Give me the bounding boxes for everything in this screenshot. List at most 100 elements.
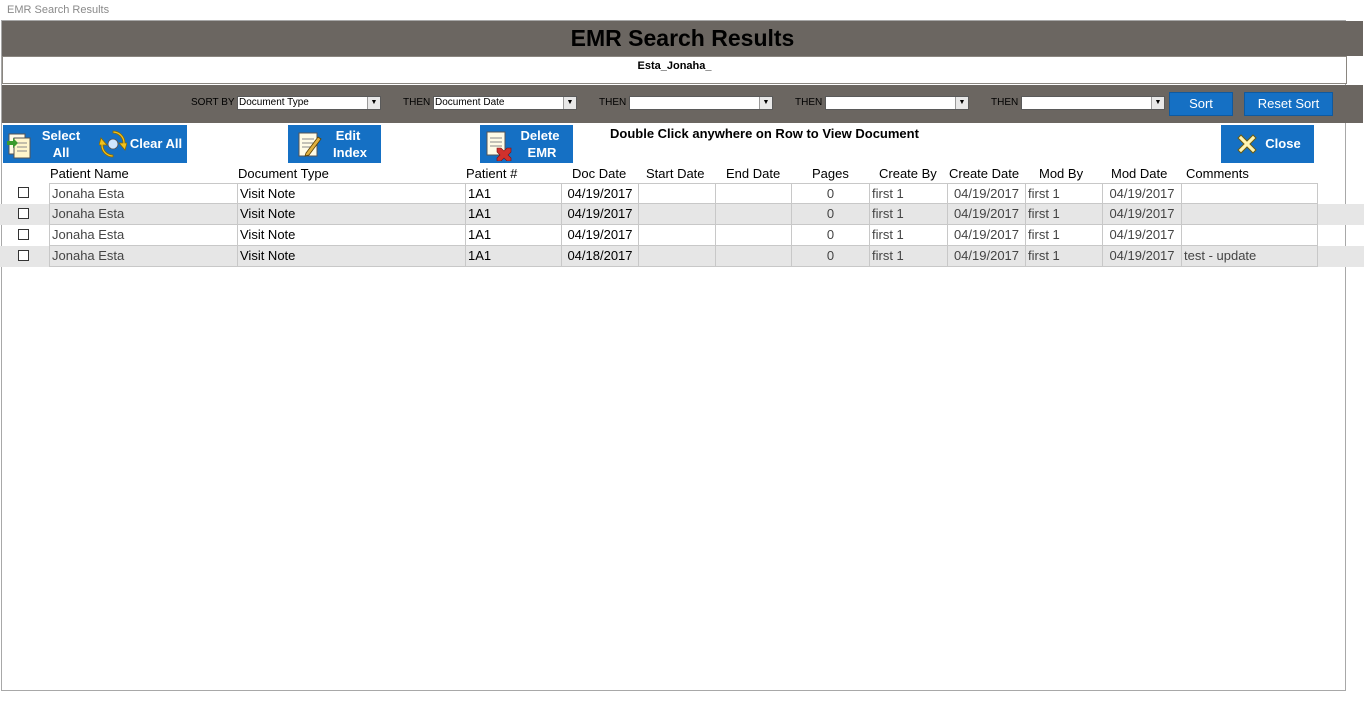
clear-all-label: Clear All: [129, 136, 183, 151]
cell-doc-date: 04/18/2017: [561, 246, 639, 267]
select-all-button[interactable]: Select All: [3, 125, 98, 163]
cell-pages: 0: [791, 246, 870, 267]
dropdown-arrow-icon[interactable]: ▼: [1151, 97, 1164, 109]
cell-mod-date: 04/19/2017: [1102, 183, 1182, 204]
window-title: EMR Search Results: [7, 4, 110, 16]
table-row[interactable]: Jonaha Esta Visit Note 1A1 04/19/2017 0 …: [0, 225, 1364, 246]
reset-sort-button[interactable]: Reset Sort: [1244, 92, 1333, 116]
row-checkbox[interactable]: [18, 250, 29, 261]
select-all-icon: [7, 133, 31, 159]
col-document-type[interactable]: Document Type: [238, 166, 329, 181]
then-select-3[interactable]: ▼: [825, 96, 969, 110]
cell-doc-date: 04/19/2017: [561, 183, 639, 204]
close-button[interactable]: Close: [1221, 125, 1314, 163]
select-all-label-line1: Select: [41, 128, 81, 143]
sort-by-select[interactable]: Document Type ▼: [237, 96, 381, 110]
cell-comments: test - update: [1181, 246, 1318, 267]
row-checkbox[interactable]: [18, 208, 29, 219]
cell-patient-number: 1A1: [465, 246, 562, 267]
cell-patient-number: 1A1: [465, 204, 562, 225]
cell-comments: [1181, 183, 1318, 204]
col-create-by[interactable]: Create By: [879, 166, 937, 181]
dropdown-arrow-icon[interactable]: ▼: [955, 97, 968, 109]
col-mod-date[interactable]: Mod Date: [1111, 166, 1167, 181]
clear-all-icon: [99, 130, 127, 158]
cell-patient-name: Jonaha Esta: [49, 204, 238, 225]
edit-index-label-line2: Index: [333, 145, 367, 160]
col-create-date[interactable]: Create Date: [949, 166, 1019, 181]
cell-pages: 0: [791, 204, 870, 225]
col-start-date[interactable]: Start Date: [646, 166, 705, 181]
cell-pages: 0: [791, 225, 870, 246]
cell-mod-by: first 1: [1025, 225, 1103, 246]
sort-by-value: Document Type: [239, 97, 309, 108]
cell-start-date: [638, 225, 716, 246]
cell-doc-date: 04/19/2017: [561, 204, 639, 225]
col-patient-number[interactable]: Patient #: [466, 166, 517, 181]
cell-document-type: Visit Note: [237, 225, 466, 246]
delete-emr-label-line2: EMR: [527, 145, 557, 160]
patient-bar: Esta_Jonaha_: [2, 56, 1347, 84]
dropdown-arrow-icon[interactable]: ▼: [563, 97, 576, 109]
then-label-2: THEN: [599, 97, 627, 108]
cell-end-date: [715, 246, 792, 267]
cell-end-date: [715, 204, 792, 225]
clear-all-button[interactable]: Clear All: [98, 125, 187, 163]
then-select-1[interactable]: Document Date ▼: [433, 96, 577, 110]
edit-index-icon: [298, 132, 322, 157]
sort-button[interactable]: Sort: [1169, 92, 1233, 116]
col-patient-name[interactable]: Patient Name: [50, 166, 129, 181]
cell-doc-date: 04/19/2017: [561, 225, 639, 246]
cell-patient-name: Jonaha Esta: [49, 183, 238, 204]
table-row[interactable]: Jonaha Esta Visit Note 1A1 04/19/2017 0 …: [0, 183, 1364, 204]
cell-patient-name: Jonaha Esta: [49, 225, 238, 246]
edit-index-button[interactable]: Edit Index: [288, 125, 381, 163]
col-comments[interactable]: Comments: [1186, 166, 1249, 181]
col-end-date[interactable]: End Date: [726, 166, 780, 181]
col-mod-by[interactable]: Mod By: [1039, 166, 1083, 181]
delete-emr-button[interactable]: Delete EMR: [480, 125, 573, 163]
cell-mod-date: 04/19/2017: [1102, 225, 1182, 246]
cell-create-by: first 1: [869, 225, 948, 246]
table-row[interactable]: Jonaha Esta Visit Note 1A1 04/18/2017 0 …: [0, 246, 1364, 267]
dropdown-arrow-icon[interactable]: ▼: [367, 97, 380, 109]
cell-start-date: [638, 204, 716, 225]
row-checkbox[interactable]: [18, 187, 29, 198]
cell-document-type: Visit Note: [237, 204, 466, 225]
table-row[interactable]: Jonaha Esta Visit Note 1A1 04/19/2017 0 …: [0, 204, 1364, 225]
col-pages[interactable]: Pages: [812, 166, 849, 181]
patient-name-label: Esta_Jonaha_: [637, 60, 712, 72]
cell-create-date: 04/19/2017: [947, 204, 1026, 225]
cell-end-date: [715, 183, 792, 204]
edit-index-label-line1: Edit: [335, 128, 361, 143]
cell-start-date: [638, 183, 716, 204]
sort-toolbar: SORT BY Document Type ▼ THEN Document Da…: [2, 85, 1363, 123]
cell-create-by: first 1: [869, 183, 948, 204]
cell-create-date: 04/19/2017: [947, 225, 1026, 246]
cell-mod-by: first 1: [1025, 183, 1103, 204]
cell-end-date: [715, 225, 792, 246]
cell-document-type: Visit Note: [237, 246, 466, 267]
cell-comments: [1181, 204, 1318, 225]
cell-mod-date: 04/19/2017: [1102, 246, 1182, 267]
header-band: EMR Search Results: [2, 21, 1363, 56]
cell-comments: [1181, 225, 1318, 246]
dropdown-arrow-icon[interactable]: ▼: [759, 97, 772, 109]
then-value-1: Document Date: [435, 97, 505, 108]
delete-emr-icon: [486, 131, 512, 161]
then-label-1: THEN: [403, 97, 431, 108]
double-click-hint: Double Click anywhere on Row to View Doc…: [610, 126, 919, 141]
delete-emr-label-line1: Delete: [520, 128, 560, 143]
then-label-3: THEN: [795, 97, 823, 108]
cell-patient-number: 1A1: [465, 225, 562, 246]
cell-start-date: [638, 246, 716, 267]
row-checkbox[interactable]: [18, 229, 29, 240]
cell-pages: 0: [791, 183, 870, 204]
close-label: Close: [1265, 136, 1301, 151]
col-doc-date[interactable]: Doc Date: [572, 166, 626, 181]
then-label-4: THEN: [991, 97, 1019, 108]
then-select-4[interactable]: ▼: [1021, 96, 1165, 110]
then-select-2[interactable]: ▼: [629, 96, 773, 110]
select-all-label-line2: All: [52, 145, 70, 160]
cell-create-by: first 1: [869, 246, 948, 267]
